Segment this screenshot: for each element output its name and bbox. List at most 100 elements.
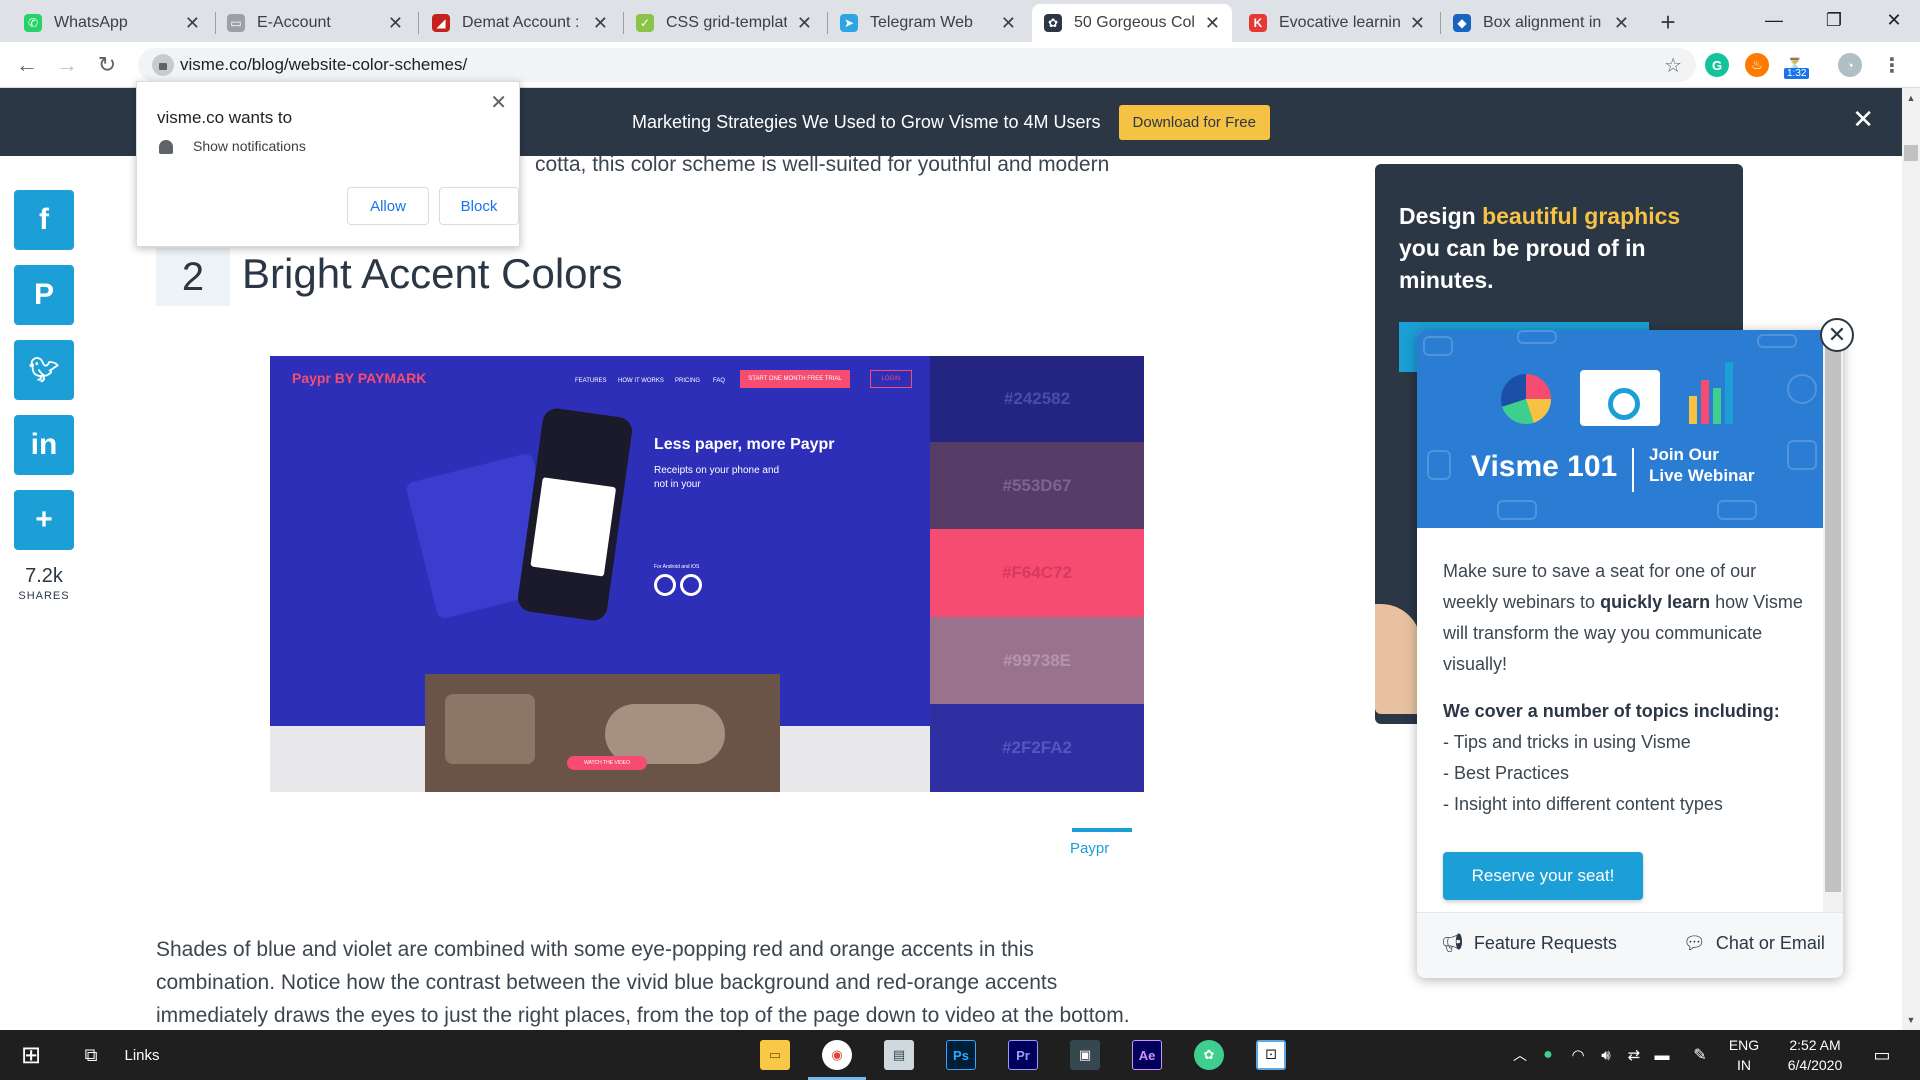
linkedin-share-button[interactable]: in [14,415,74,475]
grammarly-extension-icon[interactable]: G [1705,53,1729,77]
back-button[interactable]: ← [12,50,42,80]
tab-favicon-icon: ▭ [227,14,245,32]
mockup-phone-illustration [516,406,634,623]
tab-close-icon[interactable]: ✕ [593,13,608,34]
decoration [1497,500,1537,520]
color-swatch: #2F2FA2 [930,704,1144,792]
new-tab-button[interactable]: + [1652,6,1684,38]
image-caption[interactable]: Paypr [1070,840,1109,857]
volume-icon[interactable]: 🔊︎ [1594,1030,1618,1080]
facebook-share-button[interactable]: f [14,190,74,250]
close-icon[interactable]: ✕ [490,90,507,115]
reserve-seat-button[interactable]: Reserve your seat! [1443,852,1643,900]
app-icon[interactable]: ✿ [1194,1040,1224,1070]
tab-close-icon[interactable]: ✕ [1205,13,1220,34]
notification-message: Show notifications [193,138,306,154]
maximize-button[interactable]: ❐ [1804,0,1864,40]
mockup-photo-detail [445,694,535,764]
app-icon[interactable]: ▣ [1070,1040,1100,1070]
tab-title: CSS grid-template [666,14,787,31]
chrome-icon[interactable]: ◉ [822,1040,852,1070]
scroll-down-arrow-icon[interactable]: ▼ [1902,1012,1920,1028]
mockup-nav-item: FAQ [713,378,726,384]
browser-tab[interactable]: ➤ Telegram Web ✕ [828,4,1028,42]
tab-favicon-icon: ◢ [432,14,450,32]
tab-close-icon[interactable]: ✕ [1410,13,1425,34]
browser-tab[interactable]: K Evocative learning ✕ [1237,4,1437,42]
minimize-button[interactable]: — [1744,0,1804,40]
banner-text[interactable]: Marketing Strategies We Used to Grow Vis… [632,112,1101,133]
decoration [1423,336,1453,356]
tray-app-icon[interactable]: ● [1538,1030,1558,1080]
windows-start-icon[interactable]: ⊞ [14,1030,48,1080]
pinterest-share-button[interactable]: P [14,265,74,325]
page-scrollbar-thumb[interactable] [1904,145,1918,161]
mockup-login: LOGIN [870,370,912,388]
browser-tab[interactable]: ✆ WhatsApp ✕ [12,4,212,42]
menu-kebab-icon[interactable]: ⋮ [1880,53,1904,77]
file-explorer-icon[interactable]: ▭ [760,1040,790,1070]
browser-tab[interactable]: ✓ CSS grid-template ✕ [624,4,824,42]
app-icon[interactable]: ⚀ [1256,1040,1286,1070]
photoshop-icon[interactable]: Ps [946,1040,976,1070]
more-share-button[interactable]: + [14,490,74,550]
wifi-icon[interactable]: ◠ [1566,1030,1590,1080]
window-close-button[interactable]: ✕ [1864,0,1920,40]
mockup-photo-detail [605,704,725,764]
after-effects-icon[interactable]: Ae [1132,1040,1162,1070]
network-icon[interactable]: ⇄ [1622,1030,1646,1080]
notification-permission-dialog: visme.co wants to Show notifications ✕ A… [136,81,520,247]
tab-close-icon[interactable]: ✕ [797,13,812,34]
block-button[interactable]: Block [439,187,519,225]
profile-avatar[interactable]: ◔ [1838,53,1862,77]
tray-expand-icon[interactable]: ︿ [1510,1030,1530,1080]
webinar-body: Make sure to save a seat for one of our … [1443,556,1803,820]
browser-tab[interactable]: ▭ E-Account ✕ [215,4,415,42]
photos-app-icon[interactable]: ▤ [884,1040,914,1070]
twitter-share-button[interactable]: 🐦︎ [14,340,74,400]
clock[interactable]: 2:52 AM 6/4/2020 [1770,1035,1860,1075]
language-indicator[interactable]: ENG IN [1722,1035,1766,1075]
url-text[interactable]: visme.co/blog/website-color-schemes/ [180,55,467,75]
decoration [1787,374,1817,404]
battery-icon[interactable]: ▬ [1650,1030,1674,1080]
feature-requests-label: Feature Requests [1473,933,1617,953]
tab-title: Telegram Web [870,14,973,31]
task-view-icon[interactable]: ⧉ [76,1030,106,1080]
bookmark-star-icon[interactable]: ☆ [1664,53,1682,78]
reload-button[interactable]: ↻ [92,50,122,80]
mockup-platforms: For Android and iOS [654,564,700,570]
share-sidebar: f P 🐦︎ in + [14,190,74,565]
tab-close-icon[interactable]: ✕ [185,13,200,34]
clock-time: 2:52 AM [1789,1037,1841,1053]
tab-close-icon[interactable]: ✕ [1614,13,1629,34]
browser-tab[interactable]: ◆ Box alignment in C ✕ [1441,4,1641,42]
premiere-icon[interactable]: Pr [1008,1040,1038,1070]
tab-title: 50 Gorgeous Color [1074,14,1195,31]
flame-extension-icon[interactable]: ♨ [1745,53,1769,77]
scroll-up-arrow-icon[interactable]: ▲ [1902,90,1920,106]
notification-center-icon[interactable]: ▭ [1868,1030,1896,1080]
webinar-close-button[interactable]: ✕ [1820,318,1854,352]
links-toolbar[interactable]: Links [122,1030,162,1080]
popup-scrollbar-thumb[interactable] [1825,340,1841,892]
chat-email-link[interactable]: 💬︎ Chat or Email [1683,933,1825,954]
banner-close-icon[interactable]: ✕ [1852,104,1874,135]
download-free-button[interactable]: Download for Free [1118,104,1270,140]
ad-heading: Design beautiful graphics you can be pro… [1399,200,1719,296]
page-scrollbar[interactable] [1902,88,1920,1030]
feature-requests-link[interactable]: 📢︎ Feature Requests [1441,933,1617,954]
dashboard-icon [1580,370,1660,426]
extension-badge: 1:32 [1784,68,1810,79]
allow-button[interactable]: Allow [347,187,429,225]
webinar-popup: Visme 101 Join Our Live Webinar Make sur… [1417,330,1843,978]
lock-icon[interactable] [152,54,174,76]
tab-close-icon[interactable]: ✕ [1001,13,1016,34]
webinar-title: Visme 101 [1471,450,1618,483]
pen-icon[interactable]: ✎ [1688,1030,1712,1080]
tab-close-icon[interactable]: ✕ [388,13,403,34]
browser-tab[interactable]: ✿ 50 Gorgeous Color ✕ [1032,4,1232,42]
address-bar[interactable]: visme.co/blog/website-color-schemes/ ☆ [138,48,1696,82]
forward-button[interactable]: → [52,50,82,80]
browser-tab[interactable]: ◢ Demat Account : I ✕ [420,4,620,42]
